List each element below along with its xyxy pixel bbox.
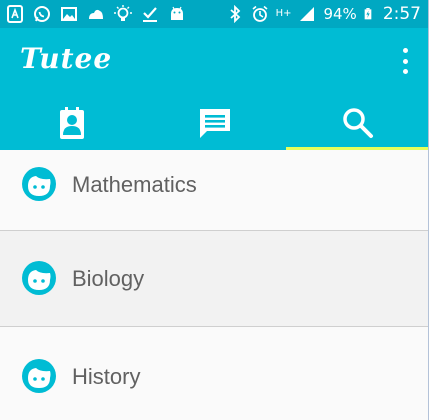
whatsapp-icon bbox=[34, 6, 50, 22]
app-a-icon bbox=[7, 5, 23, 23]
subject-label: Biology bbox=[72, 266, 145, 291]
app-logo: Tutee bbox=[20, 42, 113, 75]
bulb-icon bbox=[114, 5, 132, 21]
checkmark-icon bbox=[143, 7, 157, 22]
clock: 2:57 bbox=[382, 4, 421, 24]
face-icon bbox=[22, 359, 56, 393]
menu-dot bbox=[402, 48, 408, 53]
face-icon bbox=[22, 167, 56, 201]
tab-messages[interactable] bbox=[143, 96, 286, 150]
list-item[interactable]: Biology bbox=[0, 231, 429, 326]
system-icons: H+ 94% 2:57 bbox=[226, 4, 421, 24]
tab-contacts[interactable] bbox=[0, 96, 143, 150]
signal-icon bbox=[300, 7, 315, 21]
list-item[interactable]: History bbox=[0, 327, 429, 420]
android-icon bbox=[171, 6, 183, 20]
cloud-icon bbox=[89, 9, 103, 19]
app-bar: Tutee bbox=[0, 28, 429, 150]
contact-icon bbox=[59, 107, 84, 139]
alarm-icon bbox=[252, 5, 268, 22]
search-icon bbox=[342, 108, 373, 138]
subject-label: History bbox=[72, 364, 141, 389]
subject-list: Mathematics Biology History bbox=[0, 150, 429, 420]
bluetooth-icon bbox=[229, 5, 240, 23]
face-icon bbox=[22, 261, 56, 295]
menu-dot bbox=[402, 69, 408, 74]
list-item[interactable]: Mathematics bbox=[0, 150, 429, 230]
overflow-menu-button[interactable] bbox=[399, 48, 411, 74]
menu-dot bbox=[402, 58, 408, 64]
battery-percent: 94% bbox=[323, 5, 357, 23]
tab-search[interactable] bbox=[286, 96, 429, 150]
tab-bar bbox=[0, 96, 429, 150]
subject-label: Mathematics bbox=[72, 172, 197, 197]
status-bar: H+ 94% 2:57 bbox=[0, 0, 429, 28]
battery-charging-icon bbox=[364, 8, 372, 20]
image-icon bbox=[61, 7, 77, 21]
network-type: H+ bbox=[275, 8, 292, 19]
message-icon bbox=[199, 109, 230, 138]
notification-icons bbox=[6, 5, 186, 23]
